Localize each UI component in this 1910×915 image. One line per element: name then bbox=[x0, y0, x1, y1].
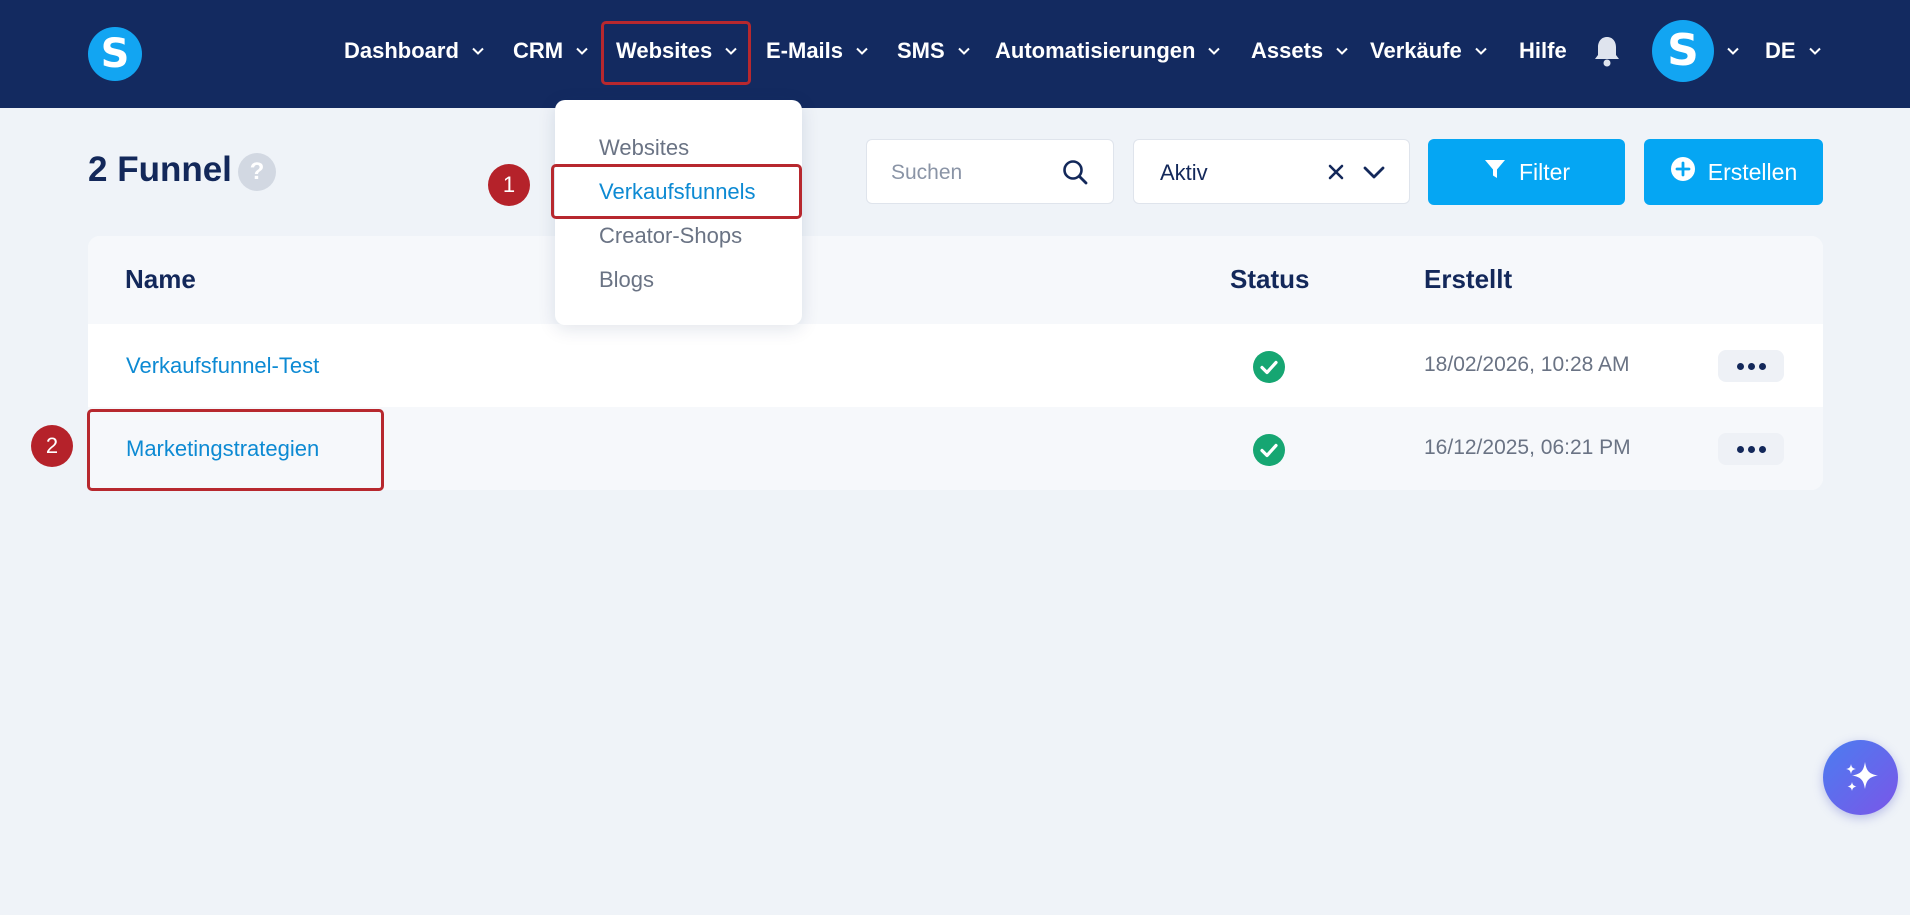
table-row: Verkaufsfunnel-Test 18/02/2026, 10:28 AM bbox=[88, 324, 1823, 407]
nav-hilfe[interactable]: Hilfe bbox=[1519, 34, 1567, 68]
chevron-down-icon bbox=[957, 44, 971, 58]
nav-sms[interactable]: SMS bbox=[897, 34, 971, 68]
nav-emails-label: E-Mails bbox=[766, 38, 844, 63]
nav-assets[interactable]: Assets bbox=[1251, 34, 1349, 68]
more-actions-button[interactable] bbox=[1718, 350, 1784, 382]
search-icon[interactable] bbox=[1061, 158, 1089, 186]
filter-button-label: Filter bbox=[1518, 158, 1571, 185]
chevron-down-icon bbox=[575, 44, 589, 58]
step-badge-1: 1 bbox=[488, 164, 530, 206]
create-button[interactable]: Erstellen bbox=[1644, 139, 1823, 205]
nav-hilfe-label: Hilfe bbox=[1519, 38, 1567, 63]
websites-highlight-box bbox=[601, 21, 751, 85]
filter-button[interactable]: Filter bbox=[1428, 139, 1625, 205]
top-navigation-bar: S Dashboard CRM Websites E-Mails SMS Aut… bbox=[0, 0, 1910, 108]
column-header-created[interactable]: Erstellt bbox=[1424, 264, 1512, 295]
ai-assistant-button[interactable] bbox=[1823, 740, 1898, 815]
more-actions-button[interactable] bbox=[1718, 433, 1784, 465]
nav-crm[interactable]: CRM bbox=[513, 34, 589, 68]
column-header-status[interactable]: Status bbox=[1230, 264, 1309, 295]
chevron-down-icon bbox=[855, 44, 869, 58]
funnel-name-link[interactable]: Verkaufsfunnel-Test bbox=[126, 353, 319, 379]
bell-icon[interactable] bbox=[1592, 34, 1622, 68]
nav-dashboard[interactable]: Dashboard bbox=[344, 34, 485, 68]
chevron-down-icon bbox=[471, 44, 485, 58]
nav-automatisierungen[interactable]: Automatisierungen bbox=[995, 34, 1221, 68]
status-filter-value: Aktiv bbox=[1160, 160, 1208, 185]
filter-icon bbox=[1483, 157, 1507, 187]
dropdown-item-websites[interactable]: Websites bbox=[599, 135, 689, 161]
column-header-name[interactable]: Name bbox=[125, 264, 196, 295]
table-header: Name Status Erstellt bbox=[88, 236, 1823, 324]
search-input[interactable] bbox=[891, 158, 1061, 188]
chevron-down-icon bbox=[1808, 44, 1822, 58]
plus-circle-icon bbox=[1670, 156, 1696, 188]
dropdown-item-blogs[interactable]: Blogs bbox=[599, 267, 654, 293]
nav-emails[interactable]: E-Mails bbox=[766, 34, 869, 68]
nav-assets-label: Assets bbox=[1251, 38, 1324, 63]
language-label: DE bbox=[1765, 38, 1796, 63]
dropdown-item-creator-shops[interactable]: Creator-Shops bbox=[599, 223, 742, 249]
nav-verkaeufe-label: Verkäufe bbox=[1370, 38, 1462, 63]
marketingstrategien-highlight-box bbox=[87, 409, 384, 491]
nav-crm-label: CRM bbox=[513, 38, 564, 63]
created-date: 18/02/2026, 10:28 AM bbox=[1424, 353, 1630, 376]
chevron-down-icon bbox=[1335, 44, 1349, 58]
search-field[interactable] bbox=[866, 139, 1114, 204]
step-badge-2: 2 bbox=[31, 425, 73, 467]
verkaufsfunnels-highlight-box bbox=[551, 164, 802, 219]
nav-verkaeufe[interactable]: Verkäufe bbox=[1370, 34, 1488, 68]
nav-automatisierungen-label: Automatisierungen bbox=[995, 38, 1196, 63]
nav-sms-label: SMS bbox=[897, 38, 945, 63]
chevron-down-icon[interactable] bbox=[1362, 162, 1386, 182]
nav-dashboard-label: Dashboard bbox=[344, 38, 459, 63]
created-date: 16/12/2025, 06:21 PM bbox=[1424, 436, 1631, 459]
check-circle-icon bbox=[1253, 351, 1285, 383]
page-title: 2 Funnel bbox=[88, 150, 232, 189]
user-avatar[interactable]: S bbox=[1652, 20, 1714, 82]
status-filter-select[interactable]: Aktiv bbox=[1133, 139, 1410, 204]
chevron-down-icon bbox=[1474, 44, 1488, 58]
sparkle-icon bbox=[1846, 762, 1878, 791]
chevron-down-icon[interactable] bbox=[1726, 44, 1740, 58]
create-button-label: Erstellen bbox=[1707, 158, 1798, 185]
app-logo[interactable]: S bbox=[88, 27, 142, 81]
check-circle-icon bbox=[1253, 434, 1285, 466]
language-switcher[interactable]: DE bbox=[1765, 34, 1822, 68]
clear-icon[interactable] bbox=[1326, 162, 1346, 182]
help-icon[interactable]: ? bbox=[238, 153, 276, 191]
chevron-down-icon bbox=[1207, 44, 1221, 58]
